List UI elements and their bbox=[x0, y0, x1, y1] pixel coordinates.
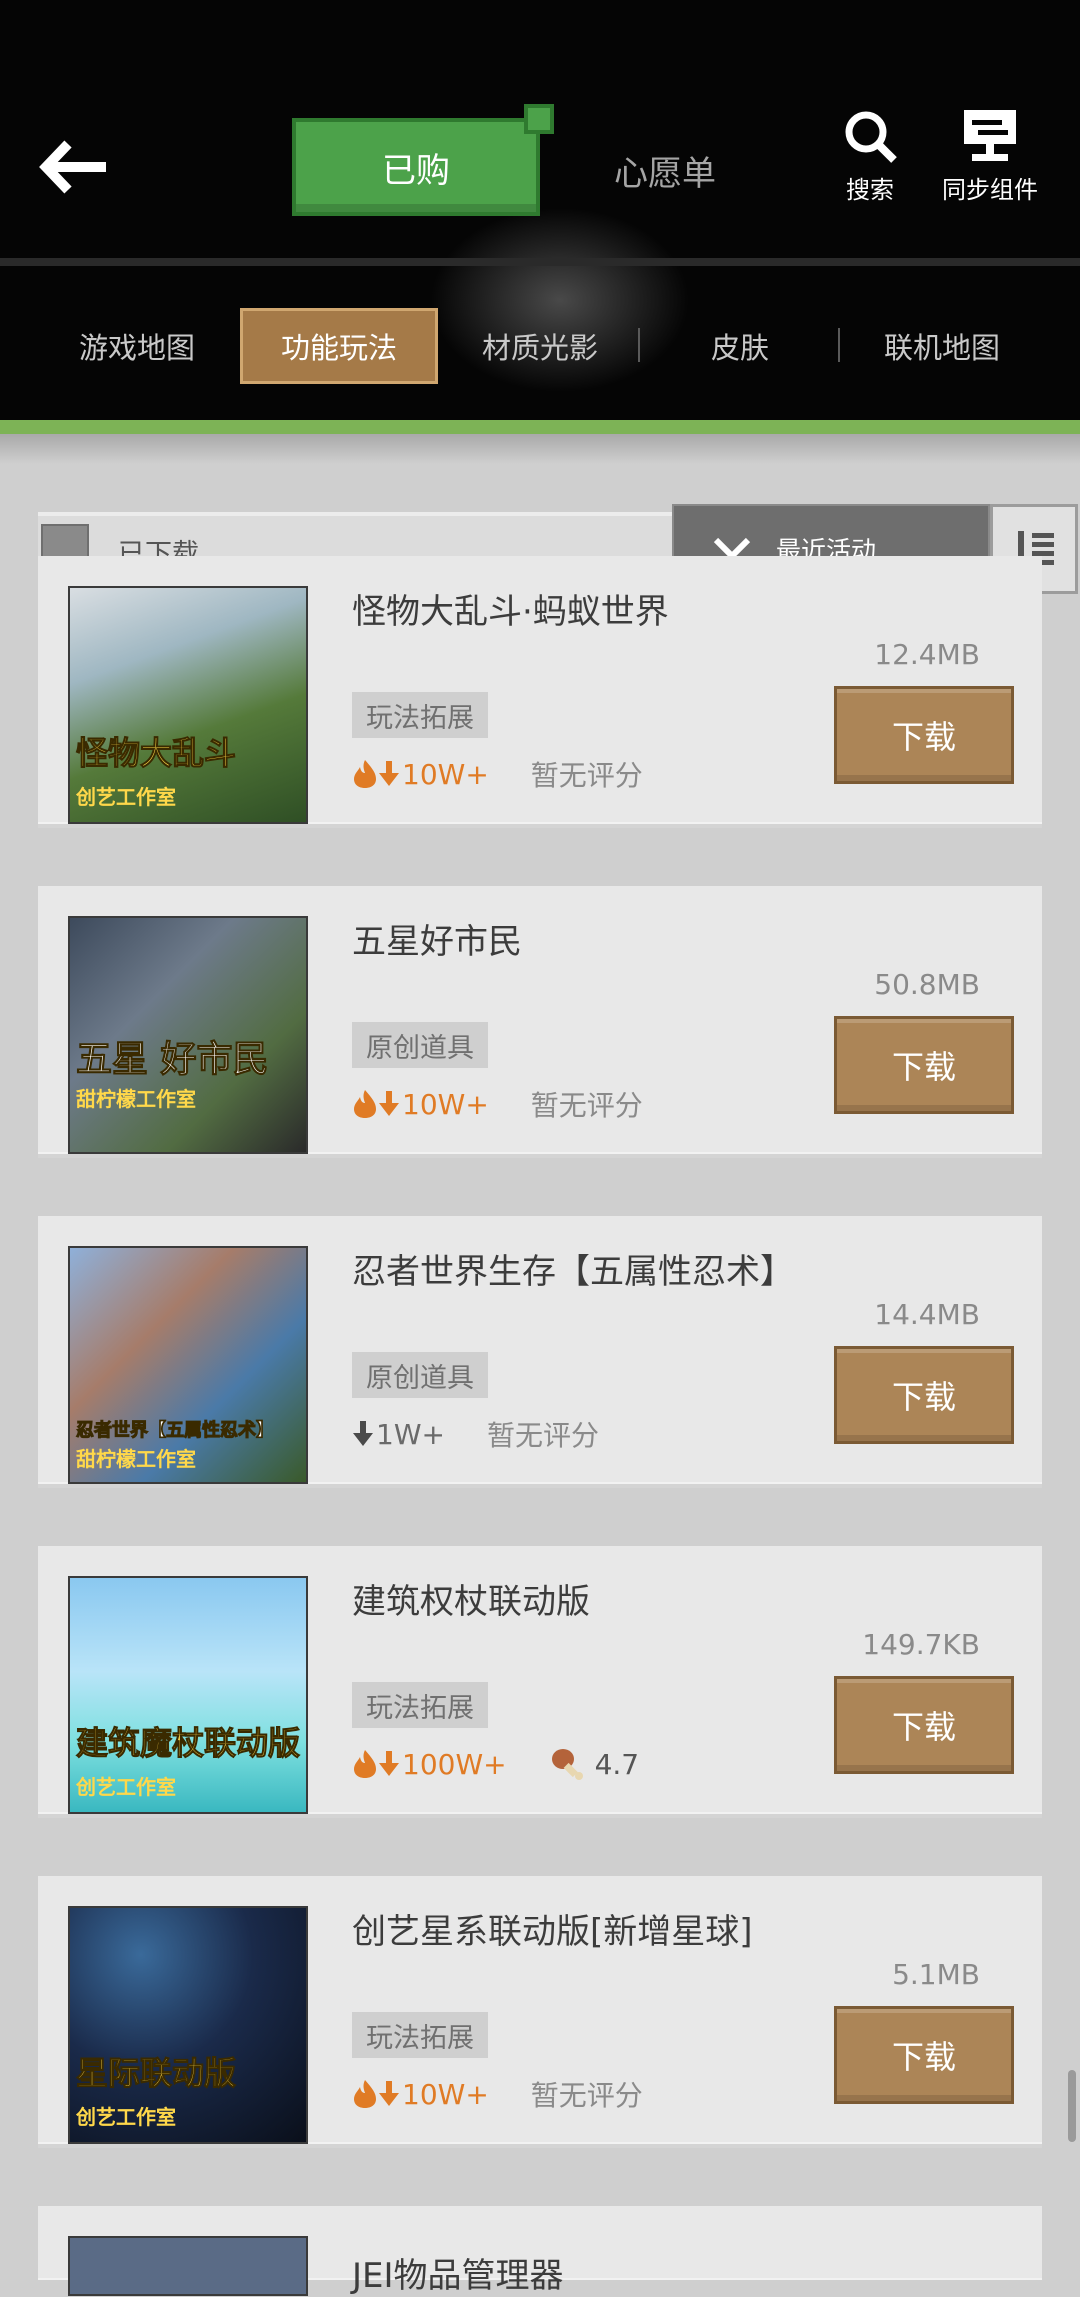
item-rating: 暂无评分 bbox=[486, 1419, 599, 1452]
item-size: 14.4MB bbox=[874, 1298, 980, 1331]
item-title: 创艺星系联动版[新增星球] bbox=[352, 1912, 753, 1952]
item-tag: 原创道具 bbox=[352, 1022, 488, 1068]
thumbnail-subcaption: 创艺工作室 bbox=[76, 785, 176, 809]
item-tag: 玩法拓展 bbox=[352, 1682, 488, 1728]
tab-wishlist[interactable]: 心愿单 bbox=[590, 140, 740, 200]
category-separator bbox=[638, 328, 640, 362]
thumbnail-subcaption: 创艺工作室 bbox=[76, 2105, 176, 2129]
item-tag: 原创道具 bbox=[352, 1352, 488, 1398]
category-tab-multiplayer-maps[interactable]: 联机地图 bbox=[858, 308, 1026, 384]
item-downloads: 10W+ bbox=[402, 757, 489, 791]
search-button[interactable]: 搜索 bbox=[830, 108, 910, 205]
back-button[interactable] bbox=[38, 138, 110, 196]
item-title: 忍者世界生存【五属性忍术】 bbox=[352, 1252, 794, 1292]
download-button[interactable]: 下载 bbox=[834, 1346, 1014, 1444]
thumbnail-subcaption: 甜柠檬工作室 bbox=[76, 1447, 196, 1471]
thumbnail-subcaption: 创艺工作室 bbox=[76, 1775, 176, 1799]
item-thumbnail bbox=[68, 2236, 308, 2296]
header-accent-bar bbox=[0, 420, 1080, 434]
download-button[interactable]: 下载 bbox=[834, 686, 1014, 784]
drumstick-rating-icon bbox=[551, 1749, 583, 1780]
list-item[interactable]: 怪物大乱斗 创艺工作室 怪物大乱斗·蚂蚁世界 12.4MB 玩法拓展 10W+ … bbox=[38, 556, 1042, 828]
item-rating: 暂无评分 bbox=[530, 759, 643, 792]
item-rating: 暂无评分 bbox=[530, 2079, 643, 2112]
list-item[interactable]: 建筑魔杖联动版 创艺工作室 建筑权杖联动版 149.7KB 玩法拓展 100W+… bbox=[38, 1546, 1042, 1818]
scrollbar[interactable] bbox=[1068, 2070, 1076, 2142]
search-icon bbox=[845, 111, 897, 163]
download-button[interactable]: 下载 bbox=[834, 2006, 1014, 2104]
category-tabs: 游戏地图 功能玩法 材质光影 皮肤 联机地图 bbox=[0, 300, 1080, 390]
fire-icon bbox=[354, 2080, 376, 2108]
back-arrow-icon bbox=[39, 140, 106, 194]
category-tab-skins[interactable]: 皮肤 bbox=[660, 308, 820, 384]
download-arrow-icon bbox=[353, 1421, 373, 1446]
item-thumbnail: 忍者世界【五属性忍术】 甜柠檬工作室 bbox=[68, 1246, 308, 1484]
item-stats: 1W+ 暂无评分 bbox=[352, 1412, 599, 1456]
header-divider bbox=[0, 258, 1080, 266]
thumbnail-caption: 建筑魔杖联动版 bbox=[75, 1724, 301, 1763]
download-arrow-icon bbox=[379, 1751, 399, 1776]
list-item[interactable]: 星际联动版 创艺工作室 创艺星系联动版[新增星球] 5.1MB 玩法拓展 10W… bbox=[38, 1876, 1042, 2148]
thumbnail-caption: 星际联动版 bbox=[75, 2054, 237, 2093]
item-thumbnail: 建筑魔杖联动版 创艺工作室 bbox=[68, 1576, 308, 1814]
thumbnail-caption: 忍者世界【五属性忍术】 bbox=[76, 1420, 275, 1442]
fire-icon bbox=[354, 1090, 376, 1118]
download-arrow-icon bbox=[379, 2081, 399, 2106]
item-title: JEI物品管理器 bbox=[352, 2256, 564, 2296]
sync-components-button[interactable]: 同步组件 bbox=[938, 108, 1042, 205]
item-stats: 100W+ 4.7 bbox=[352, 1742, 639, 1786]
item-size: 149.7KB bbox=[862, 1628, 980, 1661]
item-thumbnail: 星际联动版 创艺工作室 bbox=[68, 1906, 308, 2144]
list-item[interactable]: JEI物品管理器 bbox=[38, 2206, 1042, 2296]
item-stats: 10W+ 暂无评分 bbox=[352, 2072, 643, 2116]
thumbnail-caption: 怪物大乱斗 bbox=[75, 734, 237, 773]
category-tab-maps[interactable]: 游戏地图 bbox=[52, 308, 222, 384]
item-thumbnail: 五星 好市民 甜柠檬工作室 bbox=[68, 916, 308, 1154]
item-title: 建筑权杖联动版 bbox=[352, 1582, 590, 1622]
item-downloads: 10W+ bbox=[402, 2077, 489, 2111]
thumbnail-subcaption: 甜柠檬工作室 bbox=[76, 1087, 196, 1111]
item-downloads: 100W+ bbox=[402, 1747, 507, 1781]
list-item[interactable]: 忍者世界【五属性忍术】 甜柠檬工作室 忍者世界生存【五属性忍术】 14.4MB … bbox=[38, 1216, 1042, 1488]
download-button[interactable]: 下载 bbox=[834, 1016, 1014, 1114]
item-stats: 10W+ 暂无评分 bbox=[352, 752, 643, 796]
item-rating: 4.7 bbox=[594, 1747, 640, 1781]
item-downloads: 10W+ bbox=[402, 1087, 489, 1121]
item-title: 怪物大乱斗·蚂蚁世界 bbox=[352, 592, 669, 632]
thumbnail-caption: 五星 好市民 bbox=[76, 1039, 270, 1081]
sync-icon bbox=[964, 110, 1016, 161]
item-size: 50.8MB bbox=[874, 968, 980, 1001]
item-title: 五星好市民 bbox=[352, 922, 522, 962]
item-thumbnail: 怪物大乱斗 创艺工作室 bbox=[68, 586, 308, 824]
category-separator bbox=[838, 328, 840, 362]
item-downloads: 1W+ bbox=[376, 1417, 445, 1451]
fire-icon bbox=[354, 1750, 376, 1778]
sync-label: 同步组件 bbox=[942, 176, 1038, 204]
header-shadow bbox=[0, 434, 1080, 464]
top-header: 已购 心愿单 搜索 同步组件 游戏地图 功能玩法 材质光影 皮肤 联机地图 bbox=[0, 0, 1080, 420]
item-rating: 暂无评分 bbox=[530, 1089, 643, 1122]
fire-icon bbox=[354, 760, 376, 788]
item-stats: 10W+ 暂无评分 bbox=[352, 1082, 643, 1126]
category-tab-gameplay[interactable]: 功能玩法 bbox=[240, 308, 438, 384]
tab-purchased[interactable]: 已购 bbox=[292, 104, 554, 216]
list-item[interactable]: 五星 好市民 甜柠檬工作室 五星好市民 50.8MB 原创道具 10W+ 暂无评… bbox=[38, 886, 1042, 1158]
item-tag: 玩法拓展 bbox=[352, 2012, 488, 2058]
search-label: 搜索 bbox=[846, 176, 894, 204]
item-tag: 玩法拓展 bbox=[352, 692, 488, 738]
download-button[interactable]: 下载 bbox=[834, 1676, 1014, 1774]
category-tab-textures[interactable]: 材质光影 bbox=[456, 308, 624, 384]
item-size: 5.1MB bbox=[892, 1958, 980, 1991]
tab-corner-decoration bbox=[524, 104, 554, 134]
item-size: 12.4MB bbox=[874, 638, 980, 671]
tab-purchased-label: 已购 bbox=[382, 150, 450, 191]
download-arrow-icon bbox=[379, 761, 399, 786]
download-arrow-icon bbox=[379, 1091, 399, 1116]
